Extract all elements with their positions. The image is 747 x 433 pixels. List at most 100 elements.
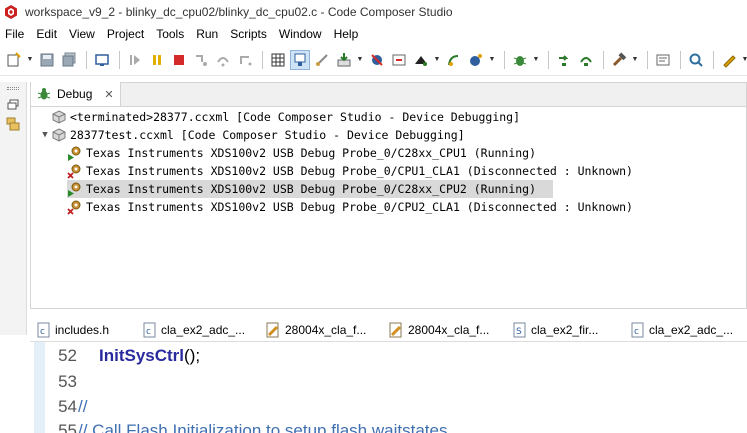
tree-item-cpu1[interactable]: Texas Instruments XDS100v2 USB Debug Pro… [67,144,536,162]
debug-dropdown-icon[interactable]: ▼ [488,50,496,70]
title-bar: workspace_v9_2 - blinky_dc_cpu02/blinky_… [0,0,747,24]
run-icon[interactable] [444,50,464,70]
new-file-dropdown-icon[interactable]: ▼ [26,50,34,70]
linker-cmd-file-icon [389,322,402,337]
line-number: 53 [58,372,77,391]
tree-item-cpu1-cla1[interactable]: Texas Instruments XDS100v2 USB Debug Pro… [67,162,633,180]
debug-view: Debug ✕ <terminated>28377.ccxml [Code Co… [30,82,747,309]
menu-bar: File Edit View Project Tools Run Scripts… [0,24,747,44]
resume-icon[interactable] [125,50,145,70]
menu-edit[interactable]: Edit [30,25,63,43]
tree-item-session[interactable]: ▼ 28377test.ccxml [Code Composer Studio … [39,126,465,144]
pencil-icon[interactable] [719,50,739,70]
step-into-asm-icon[interactable] [576,50,596,70]
code-line-54[interactable]: 54 // [30,394,747,419]
step-return-icon[interactable] [235,50,255,70]
tab-includes-h[interactable]: c includes.h [37,318,143,342]
tab-28004x-cla-f-1[interactable]: 28004x_cla_f... [265,318,388,342]
new-file-icon[interactable] [4,50,24,70]
tree-item-label: Texas Instruments XDS100v2 USB Debug Pro… [86,146,537,160]
toolbar-separator [119,50,120,69]
memory-grid-icon[interactable] [268,50,288,70]
hardware-breakpoint-icon[interactable] [411,50,431,70]
tree-item-label: Texas Instruments XDS100v2 USB Debug Pro… [86,182,537,196]
menu-project[interactable]: Project [101,25,150,43]
debug-session-icon [51,127,67,143]
asm-file-icon: S [513,322,526,337]
bug-icon[interactable] [510,50,530,70]
c-file-icon: c [143,322,156,337]
tree-item-label: Texas Instruments XDS100v2 USB Debug Pro… [86,200,633,214]
target-config-icon[interactable] [653,50,673,70]
code-comment: // Call Flash Initialization to setup fl… [78,421,448,433]
code-text: (); [184,346,201,365]
bug-dropdown-icon[interactable]: ▼ [532,50,540,70]
toolbar-separator [713,50,714,69]
debug-icon[interactable] [466,50,486,70]
code-line-53[interactable]: 53 [30,369,747,394]
toolbar-separator [262,50,263,69]
menu-tools[interactable]: Tools [150,25,190,43]
save-icon[interactable] [37,50,57,70]
svg-text:c: c [146,327,151,337]
search-icon[interactable] [686,50,706,70]
project-explorer-icon[interactable] [4,115,22,133]
disconnect-target-icon[interactable] [312,50,332,70]
svg-text:S: S [516,327,522,337]
editor-tab-bar: c includes.h c cla_ex2_adc_... 28004x_cl… [30,318,747,342]
code-editor[interactable]: 52 InitSysCtrl(); 53 54 // 55 // Call Fl… [30,342,747,433]
save-all-icon[interactable] [59,50,79,70]
tree-item-cpu2[interactable]: Texas Instruments XDS100v2 USB Debug Pro… [67,180,553,198]
tree-item-terminated-session[interactable]: <terminated>28377.ccxml [Code Composer S… [39,108,520,126]
tree-item-label: 28377test.ccxml [Code Composer Studio - … [70,128,465,142]
tree-item-label: Texas Instruments XDS100v2 USB Debug Pro… [86,164,633,178]
tree-item-label: <terminated>28377.ccxml [Code Composer S… [70,110,521,124]
toolbar-separator [504,50,505,69]
chevron-down-icon[interactable]: ▼ [39,126,51,144]
step-into-icon[interactable] [191,50,211,70]
disconnected-core-icon [67,163,83,179]
restore-view-icon[interactable] [4,96,22,114]
tab-debug[interactable]: Debug ✕ [31,82,121,106]
build-dropdown-icon[interactable]: ▼ [631,50,639,70]
step-over-asm-icon[interactable] [554,50,574,70]
tab-cla-ex2-adc-2[interactable]: c cla_ex2_adc_... [631,318,736,342]
window-title: workspace_v9_2 - blinky_dc_cpu02/blinky_… [25,5,453,19]
pencil-dropdown-icon[interactable]: ▼ [741,50,747,70]
build-hammer-icon[interactable] [609,50,629,70]
tab-cla-ex2-fir[interactable]: S cla_ex2_fir... [513,318,631,342]
restart-icon[interactable] [389,50,409,70]
toolbar-separator [647,50,648,69]
tab-label: cla_ex2_adc_... [649,322,734,337]
breakpoint-dropdown-icon[interactable]: ▼ [433,50,441,70]
tab-cla-ex2-adc[interactable]: c cla_ex2_adc_... [143,318,265,342]
tab-label: 28004x_cla_f... [408,322,490,337]
load-program-icon[interactable] [334,50,354,70]
toolbar-separator [680,50,681,69]
remove-breakpoints-icon[interactable] [367,50,387,70]
tree-item-cpu2-cla1[interactable]: Texas Instruments XDS100v2 USB Debug Pro… [67,198,633,216]
debug-view-tabs: Debug ✕ [31,82,746,107]
load-dropdown-icon[interactable]: ▼ [356,50,364,70]
terminate-icon[interactable] [169,50,189,70]
left-trim-stack [0,82,27,335]
linker-cmd-file-icon [266,322,279,337]
menu-window[interactable]: Window [273,25,328,43]
suspend-icon[interactable] [147,50,167,70]
menu-run[interactable]: Run [190,25,224,43]
debug-session-icon [51,109,67,125]
menu-help[interactable]: Help [328,25,365,43]
debug-console-icon[interactable] [92,50,112,70]
tab-28004x-cla-f-2[interactable]: 28004x_cla_f... [388,318,513,342]
line-number: 52 [58,346,77,365]
drag-handle-icon[interactable] [7,87,19,90]
step-over-icon[interactable] [213,50,233,70]
close-icon[interactable]: ✕ [104,88,113,101]
code-line-55[interactable]: 55 // Call Flash Initialization to setup… [30,418,747,433]
line-number: 55 [58,421,77,433]
connect-target-icon[interactable] [290,49,310,70]
code-line-52[interactable]: 52 InitSysCtrl(); [30,343,747,368]
menu-file[interactable]: File [0,25,30,43]
menu-view[interactable]: View [63,25,101,43]
menu-scripts[interactable]: Scripts [224,25,273,43]
